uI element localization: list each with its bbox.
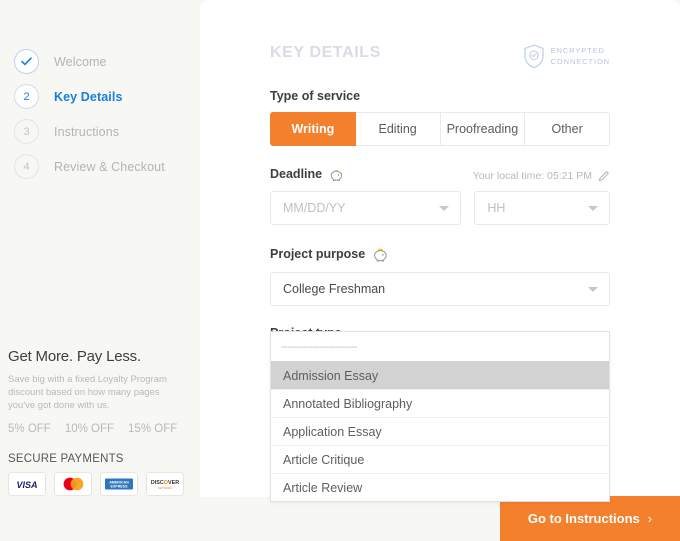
tab-other[interactable]: Other — [525, 112, 610, 146]
visa-card-icon: VISA — [8, 472, 46, 496]
discover-card-icon: DISCOVER NETWORK — [146, 472, 184, 496]
tab-writing[interactable]: Writing — [270, 112, 356, 146]
deadline-label-text: Deadline — [270, 167, 322, 181]
dropdown-separator-text: ------------------------ — [281, 341, 357, 353]
chevron-down-icon — [439, 206, 449, 211]
promo-offer-5: 5% OFF — [8, 423, 51, 435]
encrypted-connection-badge: ENCRYPTED CONNECTION — [523, 44, 610, 69]
card-header: KEY DETAILS ENCRYPTED CONNECTION — [270, 44, 610, 69]
type-of-service-label: Type of service — [270, 89, 610, 103]
piggy-bank-icon — [371, 245, 390, 263]
step-list: Welcome 2 Key Details 3 Instructions 4 R… — [0, 44, 200, 184]
sidebar-step-key-details[interactable]: 2 Key Details — [8, 79, 200, 114]
step-circle-instructions: 3 — [14, 119, 39, 144]
tab-proofreading[interactable]: Proofreading — [441, 112, 526, 146]
dropdown-option-application-essay[interactable]: Application Essay — [271, 417, 609, 445]
mastercard-card-icon — [54, 472, 92, 496]
step-circle-review-checkout: 4 — [14, 154, 39, 179]
svg-text:NETWORK: NETWORK — [158, 486, 172, 490]
local-time-display: Your local time: 05:21 PM — [473, 170, 610, 182]
loyalty-promo: Get More. Pay Less. Save big with a fixe… — [0, 348, 200, 435]
page-title: KEY DETAILS — [270, 44, 381, 62]
deadline-hour-value: HH — [487, 201, 505, 215]
check-icon — [21, 57, 32, 66]
sidebar-step-label-review-checkout: Review & Checkout — [54, 160, 165, 174]
order-wizard-page: Welcome 2 Key Details 3 Instructions 4 R… — [0, 0, 680, 541]
sidebar-step-welcome[interactable]: Welcome — [8, 44, 200, 79]
project-purpose-label-text: Project purpose — [270, 247, 365, 261]
go-to-instructions-label: Go to Instructions — [528, 511, 640, 526]
sidebar-step-review-checkout[interactable]: 4 Review & Checkout — [8, 149, 200, 184]
step-circle-key-details: 2 — [14, 84, 39, 109]
deadline-date-value: MM/DD/YY — [283, 201, 346, 215]
dropdown-option-article-critique[interactable]: Article Critique — [271, 445, 609, 473]
dropdown-option-article-review[interactable]: Article Review — [271, 473, 609, 501]
sidebar-step-label-welcome: Welcome — [54, 55, 107, 69]
pencil-icon[interactable] — [598, 170, 610, 182]
secure-payments-title: SECURE PAYMENTS — [8, 453, 124, 465]
svg-text:VISA: VISA — [16, 480, 37, 490]
deadline-label: Deadline — [270, 166, 345, 182]
deadline-row: Deadline Your local time: 05:21 PM — [270, 166, 610, 182]
project-purpose-select[interactable]: College Freshman — [270, 272, 610, 306]
type-of-service-label-text: Type of service — [270, 89, 360, 103]
sidebar: Welcome 2 Key Details 3 Instructions 4 R… — [0, 0, 200, 541]
payment-card-list: VISA AMERICAN EXPRESS DISCOVER — [8, 472, 184, 496]
sidebar-step-label-key-details: Key Details — [54, 90, 123, 104]
shield-check-icon — [523, 44, 545, 69]
encrypted-connection-text: ENCRYPTED CONNECTION — [551, 46, 610, 66]
tab-editing[interactable]: Editing — [356, 112, 441, 146]
sidebar-step-label-instructions: Instructions — [54, 125, 119, 139]
local-time-text: Your local time: 05:21 PM — [473, 170, 592, 182]
svg-text:EXPRESS: EXPRESS — [111, 485, 129, 489]
dropdown-option-admission-essay[interactable]: Admission Essay — [271, 361, 609, 389]
promo-title: Get More. Pay Less. — [8, 348, 192, 365]
dropdown-separator-row[interactable]: ------------------------ — [271, 332, 609, 361]
promo-offer-15: 15% OFF — [128, 423, 177, 435]
piggy-bank-icon — [328, 166, 345, 182]
project-purpose-label: Project purpose — [270, 245, 610, 263]
promo-offer-10: 10% OFF — [65, 423, 114, 435]
encrypted-line-1: ENCRYPTED — [551, 46, 610, 56]
step-circle-welcome — [14, 49, 39, 74]
promo-offer-list: 5% OFF 10% OFF 15% OFF — [8, 423, 192, 435]
dropdown-option-annotated-bibliography[interactable]: Annotated Bibliography — [271, 389, 609, 417]
project-type-dropdown[interactable]: ------------------------ Admission Essay… — [270, 331, 610, 502]
sidebar-step-instructions[interactable]: 3 Instructions — [8, 114, 200, 149]
amex-card-icon: AMERICAN EXPRESS — [100, 472, 138, 496]
encrypted-line-2: CONNECTION — [551, 57, 610, 67]
deadline-inputs: MM/DD/YY HH — [270, 191, 610, 225]
chevron-right-icon: › — [648, 511, 652, 526]
deadline-date-select[interactable]: MM/DD/YY — [270, 191, 461, 225]
chevron-down-icon — [588, 206, 598, 211]
deadline-hour-select[interactable]: HH — [474, 191, 610, 225]
type-of-service-tabs: Writing Editing Proofreading Other — [270, 112, 610, 146]
project-purpose-value: College Freshman — [283, 282, 385, 296]
go-to-instructions-button[interactable]: Go to Instructions › — [500, 496, 680, 541]
chevron-down-icon — [588, 287, 598, 292]
promo-subtitle: Save big with a fixed Loyalty Program di… — [8, 373, 180, 412]
project-purpose-field: College Freshman — [270, 272, 610, 306]
